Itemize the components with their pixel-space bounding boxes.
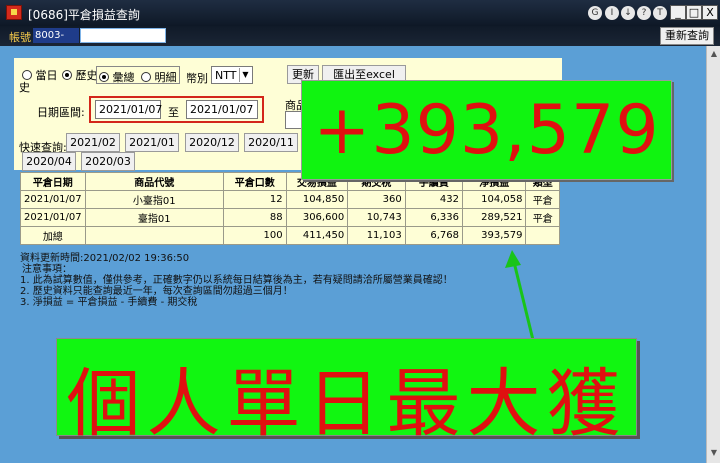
table-row[interactable]: 2021/01/07 小臺指01 12 104,850 360 432 104,… — [20, 190, 560, 209]
cell-close-lots: 12 — [222, 190, 287, 209]
cell-net-pnl: 289,521 — [461, 208, 527, 227]
cell-net-pnl: 104,058 — [461, 190, 527, 209]
table-total-row: 加總 100 411,450 11,103 6,768 393,579 — [20, 226, 560, 245]
radio-history[interactable]: 歷史 — [62, 67, 98, 83]
currency-select[interactable]: NTT ▼ — [211, 66, 253, 84]
note-line: 1. 此為試算數值，僅供參考，正確數字仍以系統每日結算後為主，若有疑問請洽所屬營… — [20, 275, 453, 286]
tool-g-icon[interactable]: G — [588, 6, 602, 20]
max-daily-gain-banner: 個人單日最大獲 — [56, 338, 637, 447]
cell-close-date: 2021/01/07 — [20, 190, 86, 209]
quick-2021-01-button[interactable]: 2021/01 — [125, 133, 179, 152]
cell-fee: 6,336 — [404, 208, 463, 227]
radio-today-label: 當日 — [35, 69, 58, 82]
radio-summary-label: 彙總 — [112, 71, 135, 84]
cell-type: 平倉 — [525, 208, 560, 227]
result-table: 平倉日期 商品代號 平倉口數 交易損益 期交稅 手續費 淨損益 類型 2021/… — [20, 172, 560, 245]
cell-trade-pnl: 104,850 — [285, 190, 349, 209]
arrow-icon — [505, 250, 535, 341]
update-time: 資料更新時間:2021/02/02 19:36:50 — [20, 253, 190, 264]
cell-close-date: 2021/01/07 — [20, 208, 86, 227]
account-label: 帳號 — [9, 31, 31, 44]
scroll-up-icon[interactable]: ▲ — [709, 49, 719, 59]
download-icon[interactable]: ↓ — [621, 6, 635, 20]
radio-history-icon[interactable] — [62, 70, 72, 80]
radio-history-wrap: 史 — [19, 81, 30, 94]
col-close-date[interactable]: 平倉日期 — [20, 172, 86, 191]
quick-2020-04-button[interactable]: 2020/04 — [22, 152, 76, 171]
net-profit-amount: +393,579 — [313, 91, 660, 170]
radio-detail-label: 明細 — [154, 71, 177, 84]
notes: 資料更新時間:2021/02/02 19:36:50 注意事項： 1. 此為試算… — [20, 253, 490, 308]
refresh-button[interactable]: 重新查詢 — [660, 27, 714, 45]
chevron-down-icon[interactable]: ▼ — [239, 68, 251, 82]
col-product-code[interactable]: 商品代號 — [84, 172, 224, 191]
quick-2020-12-button[interactable]: 2020/12 — [185, 133, 239, 152]
total-trade-pnl: 411,450 — [285, 226, 349, 245]
radio-history-label: 歷史 — [75, 69, 98, 82]
help-icon[interactable]: ? — [637, 6, 651, 20]
quick-2020-11-button[interactable]: 2020/11 — [244, 133, 298, 152]
total-futures-tax: 11,103 — [347, 226, 406, 245]
cell-product-code: 臺指01 — [84, 208, 224, 227]
account-input[interactable] — [80, 28, 166, 43]
vertical-scrollbar[interactable]: ▲ ▼ — [706, 46, 720, 463]
note-line: 2. 歷史資料只能查詢最近一年，每次查詢區間勿超過三個月！ — [20, 286, 293, 297]
currency-value: NTT — [215, 69, 237, 82]
quick-2020-03-button[interactable]: 2020/03 — [81, 152, 135, 171]
cell-type: 平倉 — [525, 190, 560, 209]
app-icon — [6, 5, 22, 20]
date-range-label: 日期區間: — [37, 106, 85, 119]
tool-t-icon[interactable]: T — [653, 6, 667, 20]
total-type — [525, 226, 560, 245]
table-row[interactable]: 2021/01/07 臺指01 88 306,600 10,743 6,336 … — [20, 208, 560, 227]
net-profit-highlight: +393,579 — [301, 80, 672, 180]
total-net-pnl: 393,579 — [461, 226, 527, 245]
total-label: 加總 — [20, 226, 86, 245]
date-to-input[interactable]: 2021/01/07 — [186, 100, 258, 119]
date-from-input[interactable]: 2021/01/07 — [95, 100, 162, 119]
cell-trade-pnl: 306,600 — [285, 208, 349, 227]
scroll-down-icon[interactable]: ▼ — [709, 448, 719, 458]
cell-futures-tax: 360 — [347, 190, 406, 209]
minimize-button[interactable]: _ — [670, 5, 686, 20]
maximize-button[interactable]: □ — [686, 5, 702, 20]
max-daily-gain-text: 個人單日最大獲 — [66, 361, 627, 447]
close-button[interactable]: X — [702, 5, 718, 20]
mode-group: 彙總 明細 — [96, 66, 180, 84]
title-bar: [0686]平倉損益查詢 G I ↓ ? T _ □ X — [0, 0, 720, 26]
note-line: 3. 淨損益 = 平倉損益 - 手續費 - 期交稅 — [20, 297, 198, 308]
col-close-lots[interactable]: 平倉口數 — [222, 172, 287, 191]
total-product-code — [84, 226, 224, 245]
quick-2021-02-button[interactable]: 2021/02 — [66, 133, 120, 152]
cell-product-code: 小臺指01 — [84, 190, 224, 209]
total-close-lots: 100 — [222, 226, 287, 245]
radio-detail-icon[interactable] — [141, 72, 151, 82]
tool-i-icon[interactable]: I — [605, 6, 619, 20]
cell-fee: 432 — [404, 190, 463, 209]
account-bar: 帳號 8003-0066 — [0, 26, 720, 56]
window-title: [0686]平倉損益查詢 — [28, 8, 140, 22]
notes-title: 注意事項： — [22, 264, 72, 275]
account-select[interactable]: 8003-0066 — [33, 28, 79, 56]
currency-label: 幣別 — [186, 72, 208, 85]
cell-futures-tax: 10,743 — [347, 208, 406, 227]
cell-close-lots: 88 — [222, 208, 287, 227]
radio-summary-icon[interactable] — [99, 72, 109, 82]
date-to-label: 至 — [168, 106, 179, 119]
total-fee: 6,768 — [404, 226, 463, 245]
